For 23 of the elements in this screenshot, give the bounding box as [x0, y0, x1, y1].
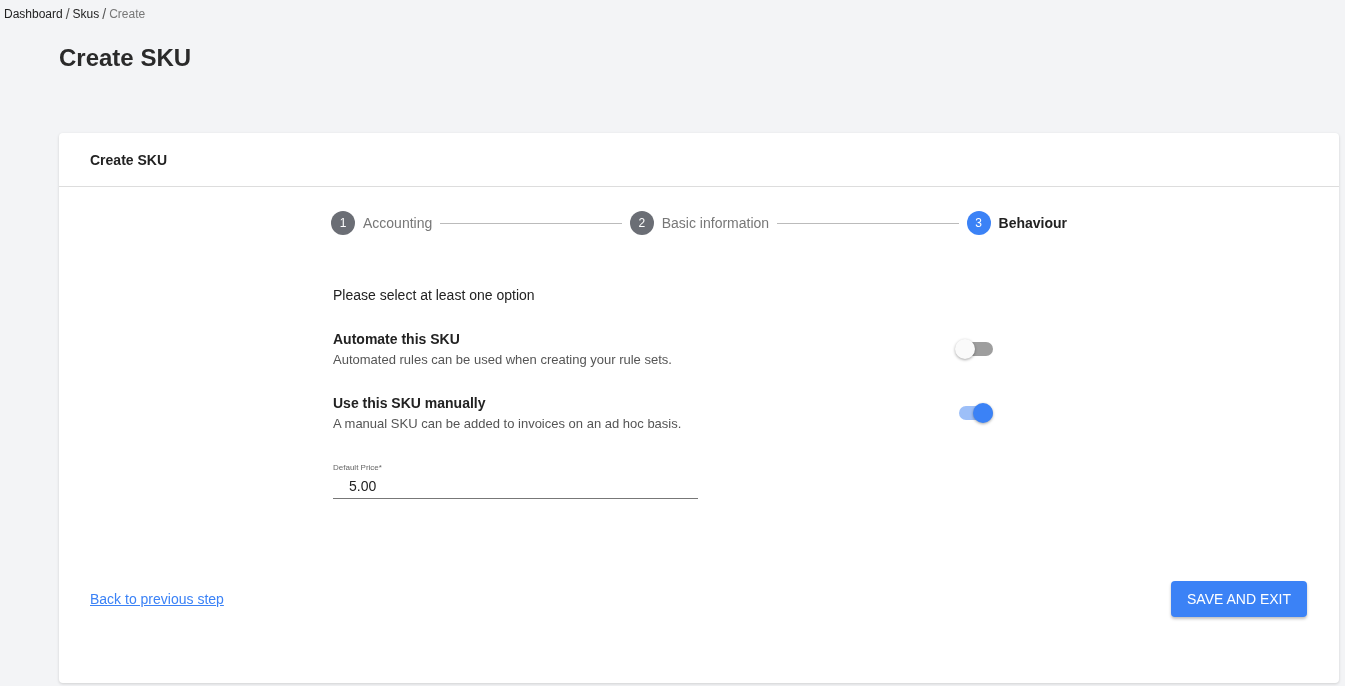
page-title: Create SKU	[59, 44, 193, 72]
field-label: Default Price*	[333, 463, 383, 472]
breadcrumb-link[interactable]: Create	[109, 7, 146, 21]
option-title: Use this SKU manually	[333, 395, 487, 411]
step-number: 3	[966, 211, 991, 235]
instruction-text: Please select at least one option	[333, 287, 536, 303]
step-label: Basic information	[661, 215, 770, 231]
price-input[interactable]: 5.00	[333, 472, 698, 499]
toggle-switch[interactable]	[959, 406, 993, 420]
breadcrumb-separator: /	[65, 6, 70, 22]
back-link[interactable]: Back to previous step	[90, 591, 224, 607]
option-description: Automated rules can be used when creating your rule sets.	[333, 352, 673, 367]
card-title: Create SKU	[90, 151, 168, 168]
breadcrumb-separator: /	[102, 6, 107, 22]
option-description: A manual SKU can be added to invoices on an ad hoc basis.	[333, 416, 683, 431]
step-label: Accounting	[363, 215, 433, 231]
breadcrumb-link[interactable]: Dashboard	[4, 7, 63, 21]
option-title: Automate this SKU	[333, 331, 461, 347]
step-label: Behaviour	[998, 215, 1067, 231]
step-number: 1	[331, 211, 355, 235]
step-number: 2	[629, 211, 654, 235]
save-button[interactable]: SAVE AND EXIT	[1171, 581, 1307, 617]
breadcrumb-link[interactable]: Skus	[72, 7, 100, 21]
